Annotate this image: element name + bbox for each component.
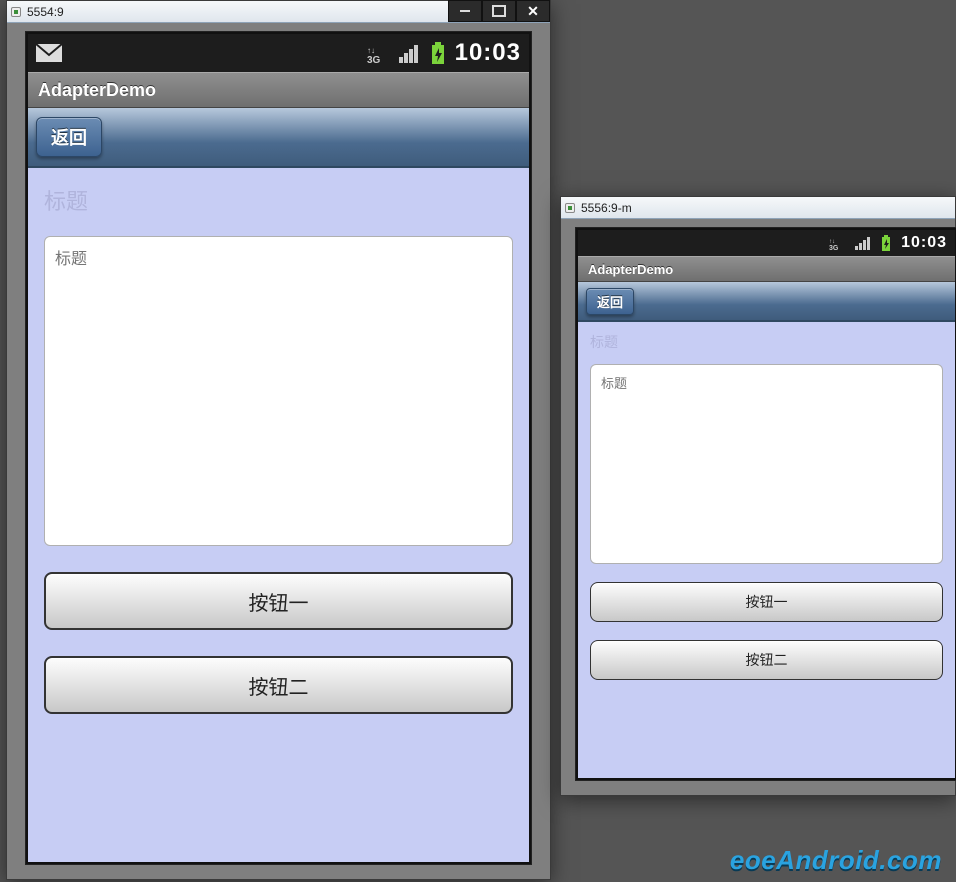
window-title: 5556:9-m [581,201,632,215]
battery-charging-icon [881,235,891,251]
window-title: 5554:9 [27,5,64,19]
app-title-bar: AdapterDemo [28,72,529,108]
android-status-bar: ↑↓3G 10:03 [28,34,529,72]
network-3g-icon: ↑↓3G [367,43,389,63]
watermark-text: eoeAndroid.com [730,845,942,876]
app-content: 标题 按钮一 按钮二 [28,168,529,862]
battery-charging-icon [431,42,445,64]
device-frame: ↑↓3G 10:03 AdapterDemo 返回 标题 [26,32,531,864]
signal-icon [855,236,871,250]
status-clock: 10:03 [901,234,947,252]
app-title-text: AdapterDemo [38,80,156,101]
back-button[interactable]: 返回 [586,288,634,315]
button-one[interactable]: 按钮一 [590,582,943,622]
window-icon [565,203,575,213]
window-maximize-button[interactable] [482,0,516,22]
svg-text:3G: 3G [829,245,839,250]
svg-text:↑↓: ↑↓ [367,46,375,55]
android-status-bar: ↑↓3G 10:03 [578,230,955,256]
status-clock: 10:03 [455,39,521,67]
emulator-surface: ↑↓3G 10:03 AdapterDemo 返回 标题 [25,31,532,865]
app-navbar: 返回 [28,108,529,168]
window-titlebar[interactable]: 5556:9-m [561,197,955,219]
mail-icon [36,44,62,62]
window-titlebar[interactable]: 5554:9 ✕ [7,1,550,23]
emulator-surface: ↑↓3G 10:03 AdapterDemo 返回 标题 [575,227,956,781]
app-title-bar: AdapterDemo [578,256,955,282]
emulator-window-primary: 5554:9 ✕ ↑↓3G [6,0,551,880]
title-field-label: 标题 [28,168,529,222]
button-two[interactable]: 按钮二 [590,640,943,680]
window-icon [11,7,21,17]
app-content: 标题 按钮一 按钮二 [578,322,955,778]
device-frame: ↑↓3G 10:03 AdapterDemo 返回 标题 [576,228,956,780]
button-one[interactable]: 按钮一 [44,572,513,630]
window-minimize-button[interactable] [448,0,482,22]
emulator-window-secondary: 5556:9-m ↑↓3G 10:03 [560,196,956,796]
app-title-text: AdapterDemo [588,262,673,277]
app-navbar: 返回 [578,282,955,322]
title-field-label: 标题 [578,322,955,356]
signal-icon [399,43,421,63]
button-two[interactable]: 按钮二 [44,656,513,714]
title-input[interactable] [590,364,943,564]
title-input[interactable] [44,236,513,546]
back-button[interactable]: 返回 [36,117,102,157]
window-close-button[interactable]: ✕ [516,0,550,22]
svg-text:3G: 3G [367,55,381,63]
network-3g-icon: ↑↓3G [829,236,845,250]
